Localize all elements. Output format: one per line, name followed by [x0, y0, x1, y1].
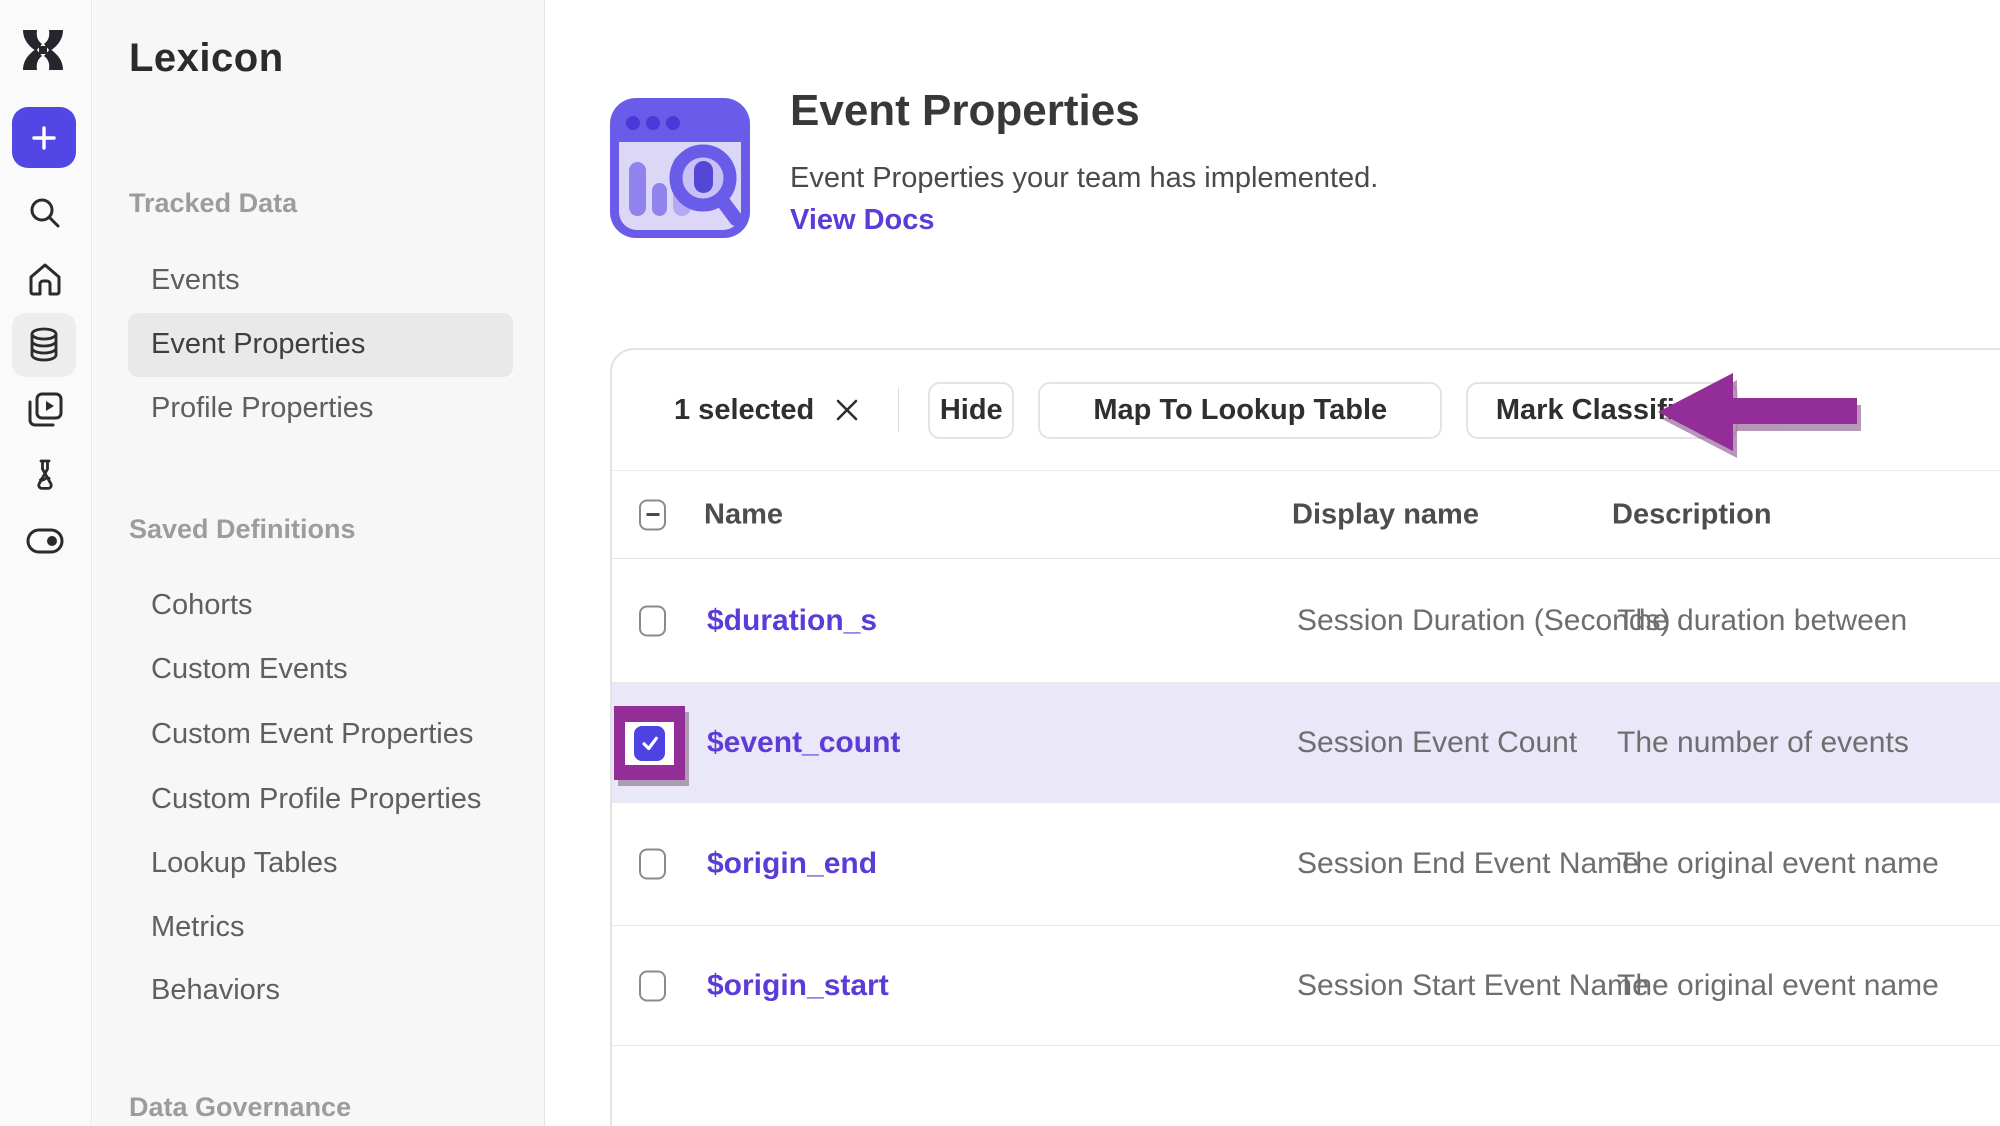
search-nav-button[interactable] [26, 194, 64, 232]
section-data-governance: Data Governance [129, 1092, 351, 1123]
mixpanel-logo-icon [20, 29, 66, 71]
event-properties-table-card: 1 selected Hide Map To Lookup Table Mark… [610, 348, 2000, 1126]
magenta-annotation-box [614, 706, 685, 780]
sidebar-item-profile-properties[interactable]: Profile Properties [151, 392, 373, 425]
main-content: Event Properties Event Properties your t… [546, 0, 2000, 1126]
sidebar-item-metrics[interactable]: Metrics [151, 911, 244, 944]
description-cell: The original event name [1617, 847, 1939, 881]
flask-icon [26, 457, 64, 495]
sidebar-item-custom-profile-properties[interactable]: Custom Profile Properties [151, 783, 481, 816]
table-row[interactable]: $origin_end Session End Event Name The o… [612, 803, 2000, 926]
select-all-checkbox-indeterminate[interactable] [639, 499, 666, 530]
property-name-link[interactable]: $origin_start [707, 969, 889, 1003]
data-management-nav-button-selected[interactable] [12, 313, 76, 377]
column-header-description[interactable]: Description [1612, 498, 1772, 531]
toolbar-divider [898, 388, 899, 432]
section-tracked-data: Tracked Data [129, 188, 297, 219]
row-checkbox[interactable] [639, 849, 666, 880]
sidebar-item-lookup-tables[interactable]: Lookup Tables [151, 847, 338, 880]
mark-classified-button[interactable]: Mark Classified [1466, 382, 1738, 439]
sidebar-item-events[interactable]: Events [151, 264, 240, 297]
annotation-inner [625, 722, 674, 765]
table-row[interactable]: $duration_s Session Duration (Seconds) T… [612, 559, 2000, 683]
sidebar-item-custom-event-properties[interactable]: Custom Event Properties [151, 718, 473, 751]
database-icon [25, 326, 63, 364]
property-name-link[interactable]: $origin_end [707, 847, 877, 881]
minus-icon [646, 513, 659, 516]
description-cell: The duration between [1617, 604, 1907, 638]
clear-selection-button[interactable] [834, 397, 860, 423]
display-name-cell: Session Duration (Seconds) [1297, 604, 1671, 638]
column-header-name[interactable]: Name [704, 498, 783, 531]
event-properties-app-icon [610, 98, 750, 238]
sidebar-item-cohorts[interactable]: Cohorts [151, 589, 253, 622]
boards-play-icon [26, 391, 64, 429]
row-checkbox[interactable] [639, 970, 666, 1001]
sidebar-item-behaviors[interactable]: Behaviors [151, 974, 280, 1007]
table-header-row: Name Display name Description [612, 470, 2000, 559]
property-name-link[interactable]: $event_count [707, 726, 900, 760]
row-checkbox-checked[interactable] [634, 726, 665, 761]
home-icon [26, 261, 64, 297]
display-name-cell: Session Event Count [1297, 726, 1577, 760]
selected-count-label: 1 selected [674, 394, 814, 427]
display-name-cell: Session Start Event Name [1297, 969, 1649, 1003]
column-header-display-name[interactable]: Display name [1292, 498, 1479, 531]
display-name-cell: Session End Event Name [1297, 847, 1639, 881]
plus-icon [29, 123, 59, 153]
lexicon-sidebar: Lexicon Tracked Data Events Event Proper… [93, 0, 545, 1126]
sidebar-item-custom-events[interactable]: Custom Events [151, 653, 348, 686]
search-icon [27, 195, 63, 231]
create-new-button[interactable] [12, 107, 76, 168]
sidebar-item-event-properties[interactable]: Event Properties [151, 328, 365, 361]
view-docs-link[interactable]: View Docs [790, 204, 935, 237]
toggle-icon [26, 528, 64, 554]
hide-button[interactable]: Hide [928, 382, 1014, 439]
home-nav-button[interactable] [26, 260, 64, 298]
page-subtitle: Event Properties your team has implement… [790, 162, 1378, 195]
feature-flags-nav-button[interactable] [26, 522, 64, 560]
sidebar-title: Lexicon [129, 36, 284, 81]
row-checkbox[interactable] [639, 605, 666, 636]
experiments-nav-button[interactable] [26, 457, 64, 495]
selection-toolbar: 1 selected Hide Map To Lookup Table Mark… [612, 350, 2000, 470]
boards-nav-button[interactable] [26, 391, 64, 429]
description-cell: The original event name [1617, 969, 1939, 1003]
section-saved-definitions: Saved Definitions [129, 514, 356, 545]
description-cell: The number of events [1617, 726, 1909, 760]
check-icon [639, 732, 661, 754]
page-title: Event Properties [790, 86, 1140, 136]
table-row[interactable]: $origin_start Session Start Event Name T… [612, 926, 2000, 1046]
map-to-lookup-table-button[interactable]: Map To Lookup Table [1038, 382, 1442, 439]
table-row-selected[interactable]: $event_count Session Event Count The num… [612, 683, 2000, 803]
property-name-link[interactable]: $duration_s [707, 604, 877, 638]
icon-rail [0, 0, 92, 1126]
